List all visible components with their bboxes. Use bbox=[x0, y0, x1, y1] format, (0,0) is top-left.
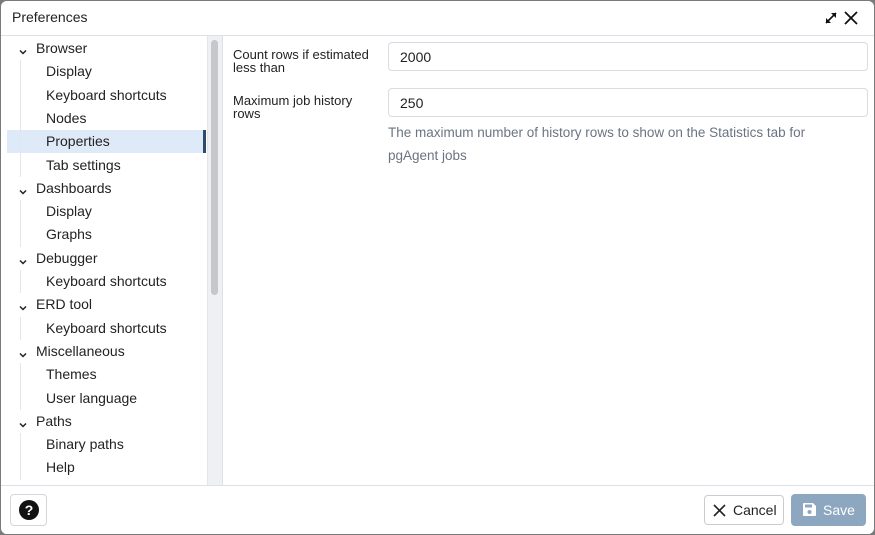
tree-item-label: Keyboard shortcuts bbox=[46, 86, 167, 103]
close-x-icon bbox=[713, 504, 726, 520]
tree-item-label: Keyboard shortcuts bbox=[46, 273, 167, 289]
tree-scrollbar[interactable] bbox=[207, 36, 222, 485]
tree-item-label: Dashboards bbox=[36, 179, 112, 196]
dialog-footer: ? Cancel Save bbox=[1, 485, 874, 534]
tree-scrollbar-thumb[interactable] bbox=[211, 40, 218, 295]
tree-item[interactable]: Display bbox=[7, 200, 206, 223]
tree-item-label: Help bbox=[46, 459, 75, 476]
question-circle-icon: ? bbox=[19, 500, 39, 520]
tree-item[interactable]: Help bbox=[7, 456, 206, 479]
tree-guide-line bbox=[20, 270, 21, 294]
tree-item[interactable]: Tab settings bbox=[7, 154, 206, 177]
max-job-history-input[interactable] bbox=[388, 88, 868, 117]
dialog-titlebar[interactable]: Preferences bbox=[1, 1, 874, 36]
tree-guide-line bbox=[20, 433, 21, 480]
chevron-down-icon[interactable] bbox=[17, 415, 29, 428]
tree-item[interactable]: Keyboard shortcuts bbox=[7, 84, 206, 107]
tree-item-label: Binary paths bbox=[46, 436, 124, 453]
properties-panel: Count rows if estimated less than Maximu… bbox=[222, 36, 874, 485]
cancel-button[interactable]: Cancel bbox=[704, 495, 784, 525]
max-job-history-label: Maximum job history rows bbox=[233, 93, 353, 121]
chevron-down-icon[interactable] bbox=[17, 182, 29, 195]
tree-item-label: ERD tool bbox=[36, 296, 93, 313]
chevron-down-icon[interactable] bbox=[17, 42, 29, 55]
tree-item-label: User language bbox=[46, 389, 138, 406]
tree-item-label: Tab settings bbox=[46, 156, 121, 173]
tree-item-label: Debugger bbox=[36, 249, 98, 266]
dialog-body: Browser Display Keyboard shortcuts Nodes Pro… bbox=[1, 36, 874, 485]
tree-item[interactable]: User language bbox=[7, 387, 206, 410]
save-label: Save bbox=[823, 502, 855, 518]
count-rows-label: Count rows if estimated less than bbox=[233, 47, 369, 75]
dialog-title: Preferences bbox=[12, 9, 88, 25]
tree-item[interactable]: Graphs bbox=[7, 223, 206, 246]
help-button[interactable]: ? bbox=[10, 494, 47, 526]
chevron-down-icon[interactable] bbox=[17, 298, 29, 311]
tree-group[interactable]: Dashboards bbox=[7, 177, 206, 200]
tree-item[interactable]: Keyboard shortcuts bbox=[7, 317, 206, 340]
preferences-tree: Browser Display Keyboard shortcuts Nodes Pro… bbox=[7, 36, 207, 485]
tree-item[interactable]: Keyboard shortcuts bbox=[7, 270, 206, 293]
tree-item[interactable]: Themes bbox=[7, 363, 206, 386]
save-button[interactable]: Save bbox=[791, 494, 866, 526]
chevron-down-icon[interactable] bbox=[17, 345, 29, 358]
tree-item-label: Display bbox=[46, 203, 92, 220]
tree-item-label: Nodes bbox=[46, 109, 87, 126]
tree-guide-line bbox=[20, 60, 21, 177]
tree-item-label: Themes bbox=[46, 366, 97, 383]
tree-group[interactable]: ERD tool bbox=[7, 293, 206, 316]
tree-item-label: Miscellaneous bbox=[36, 342, 125, 359]
chevron-down-icon[interactable] bbox=[17, 252, 29, 265]
tree-guide-line bbox=[20, 316, 21, 340]
tree-item-label: Graphs bbox=[46, 226, 92, 243]
tree-group[interactable]: Browser bbox=[7, 37, 206, 60]
count-rows-input[interactable] bbox=[388, 42, 868, 71]
floppy-disk-icon bbox=[802, 502, 817, 520]
tree-item[interactable]: Properties bbox=[7, 130, 206, 154]
tree-item[interactable]: Binary paths bbox=[7, 433, 206, 456]
tree-item[interactable]: Display bbox=[7, 60, 206, 83]
tree-item-label: Paths bbox=[36, 412, 72, 429]
tree-item-label: Browser bbox=[36, 40, 88, 56]
cancel-label: Cancel bbox=[733, 502, 777, 518]
tree-item-label: Properties bbox=[46, 133, 110, 150]
preferences-dialog: Preferences Browser Display Keyboard short… bbox=[1, 1, 874, 534]
tree-group[interactable]: Paths bbox=[7, 410, 206, 433]
maximize-icon[interactable] bbox=[822, 9, 840, 27]
tree-group[interactable]: Miscellaneous bbox=[7, 340, 206, 363]
max-job-history-help: The maximum number of history rows to sh… bbox=[388, 125, 806, 163]
tree-group[interactable]: Debugger bbox=[7, 247, 206, 270]
close-icon[interactable] bbox=[842, 9, 860, 27]
tree-item-label: Display bbox=[46, 63, 92, 80]
tree-guide-line bbox=[20, 200, 21, 247]
tree-item-label: Keyboard shortcuts bbox=[46, 319, 167, 336]
tree-item[interactable]: Nodes bbox=[7, 107, 206, 130]
tree-guide-line bbox=[20, 363, 21, 410]
